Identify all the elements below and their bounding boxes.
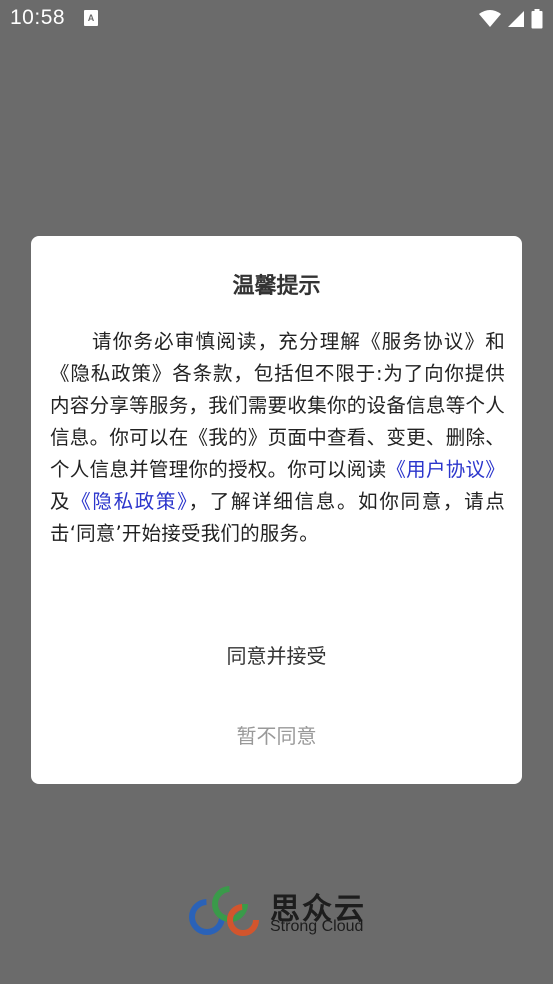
privacy-policy-link[interactable]: 《隐私政策》 [71,490,188,513]
svg-text:A: A [88,13,95,23]
battery-icon [531,9,543,29]
body-text-2: 及 [50,490,72,513]
app-notification-icon: A [84,10,98,26]
signal-icon [508,11,524,27]
wifi-icon [479,10,501,27]
status-bar: 10:58 A [0,0,553,38]
strong-cloud-logo-icon [189,886,259,936]
dialog-title: 温馨提示 [232,274,321,299]
status-time: 10:58 [10,6,66,29]
disagree-button[interactable]: 暂不同意 [31,720,522,749]
dialog-body: 请你务必审慎阅读，充分理解《服务协议》和《隐私政策》各条款，包括但不限于:为了向… [50,326,505,550]
brand-name-en: Strong Cloud [270,918,364,935]
brand: 思众云 Strong Cloud [185,882,375,940]
user-agreement-link[interactable]: 《用户协议》 [386,458,505,481]
agree-button[interactable]: 同意并接受 [31,640,522,669]
status-icons [479,8,543,30]
